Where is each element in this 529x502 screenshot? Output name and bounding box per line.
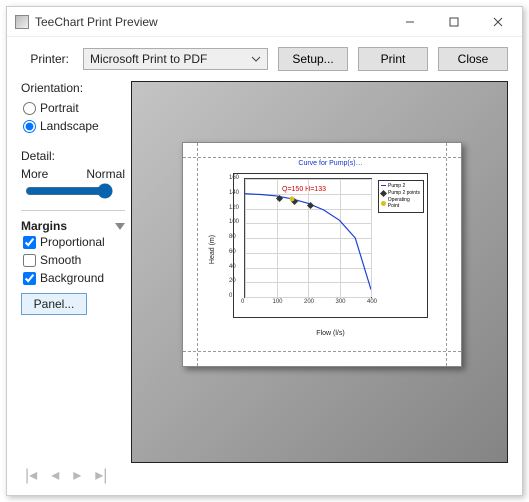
prev-page-icon[interactable]: ◂	[51, 465, 59, 485]
maximize-button[interactable]	[432, 8, 476, 36]
collapse-icon[interactable]	[115, 223, 125, 230]
smooth-check[interactable]: Smooth	[23, 253, 125, 267]
proportional-check[interactable]: Proportional	[23, 235, 125, 249]
plot-area: 0100200300400020406080100120140160	[244, 178, 372, 298]
detail-normal-label: Normal	[86, 167, 125, 181]
last-page-icon[interactable]: ▸|	[95, 465, 107, 485]
printer-combo[interactable]: Microsoft Print to PDF	[83, 48, 268, 70]
printer-label: Printer:	[21, 52, 69, 66]
window-title: TeeChart Print Preview	[35, 15, 388, 29]
close-window-button[interactable]	[476, 8, 520, 36]
y-axis-label: Head (m)	[209, 234, 216, 263]
titlebar: TeeChart Print Preview	[7, 7, 522, 37]
setup-button[interactable]: Setup...	[278, 47, 348, 71]
chart-title: Curve for Pump(s)…	[234, 160, 427, 167]
landscape-radio[interactable]: Landscape	[23, 119, 125, 133]
page-preview[interactable]: Curve for Pump(s)… Head (m) Flow (l/s) Q…	[182, 142, 462, 367]
orientation-label: Orientation:	[21, 81, 125, 95]
chevron-down-icon	[251, 53, 261, 67]
close-button[interactable]: Close	[438, 47, 508, 71]
app-icon	[15, 15, 29, 29]
panel-button[interactable]: Panel...	[21, 293, 87, 315]
next-page-icon[interactable]: ▸	[73, 465, 81, 485]
pager: |◂ ◂ ▸ ▸|	[21, 463, 508, 487]
legend: Pump 2Pump 2 pointsOperating Point	[378, 180, 424, 213]
detail-slider[interactable]	[25, 183, 113, 199]
minimize-button[interactable]	[388, 8, 432, 36]
preview-area: Curve for Pump(s)… Head (m) Flow (l/s) Q…	[131, 81, 508, 463]
detail-label: Detail:	[21, 149, 125, 163]
print-preview-window: TeeChart Print Preview Printer: Microsof…	[6, 6, 523, 496]
portrait-radio[interactable]: Portrait	[23, 101, 125, 115]
chart: Curve for Pump(s)… Head (m) Flow (l/s) Q…	[233, 173, 428, 318]
margins-label: Margins	[21, 219, 67, 233]
x-axis-label: Flow (l/s)	[234, 330, 427, 337]
background-check[interactable]: Background	[23, 271, 125, 285]
first-page-icon[interactable]: |◂	[25, 465, 37, 485]
print-button[interactable]: Print	[358, 47, 428, 71]
printer-value: Microsoft Print to PDF	[90, 52, 207, 66]
sidebar: Orientation: Portrait Landscape Detail: …	[21, 81, 125, 463]
detail-more-label: More	[21, 167, 48, 181]
